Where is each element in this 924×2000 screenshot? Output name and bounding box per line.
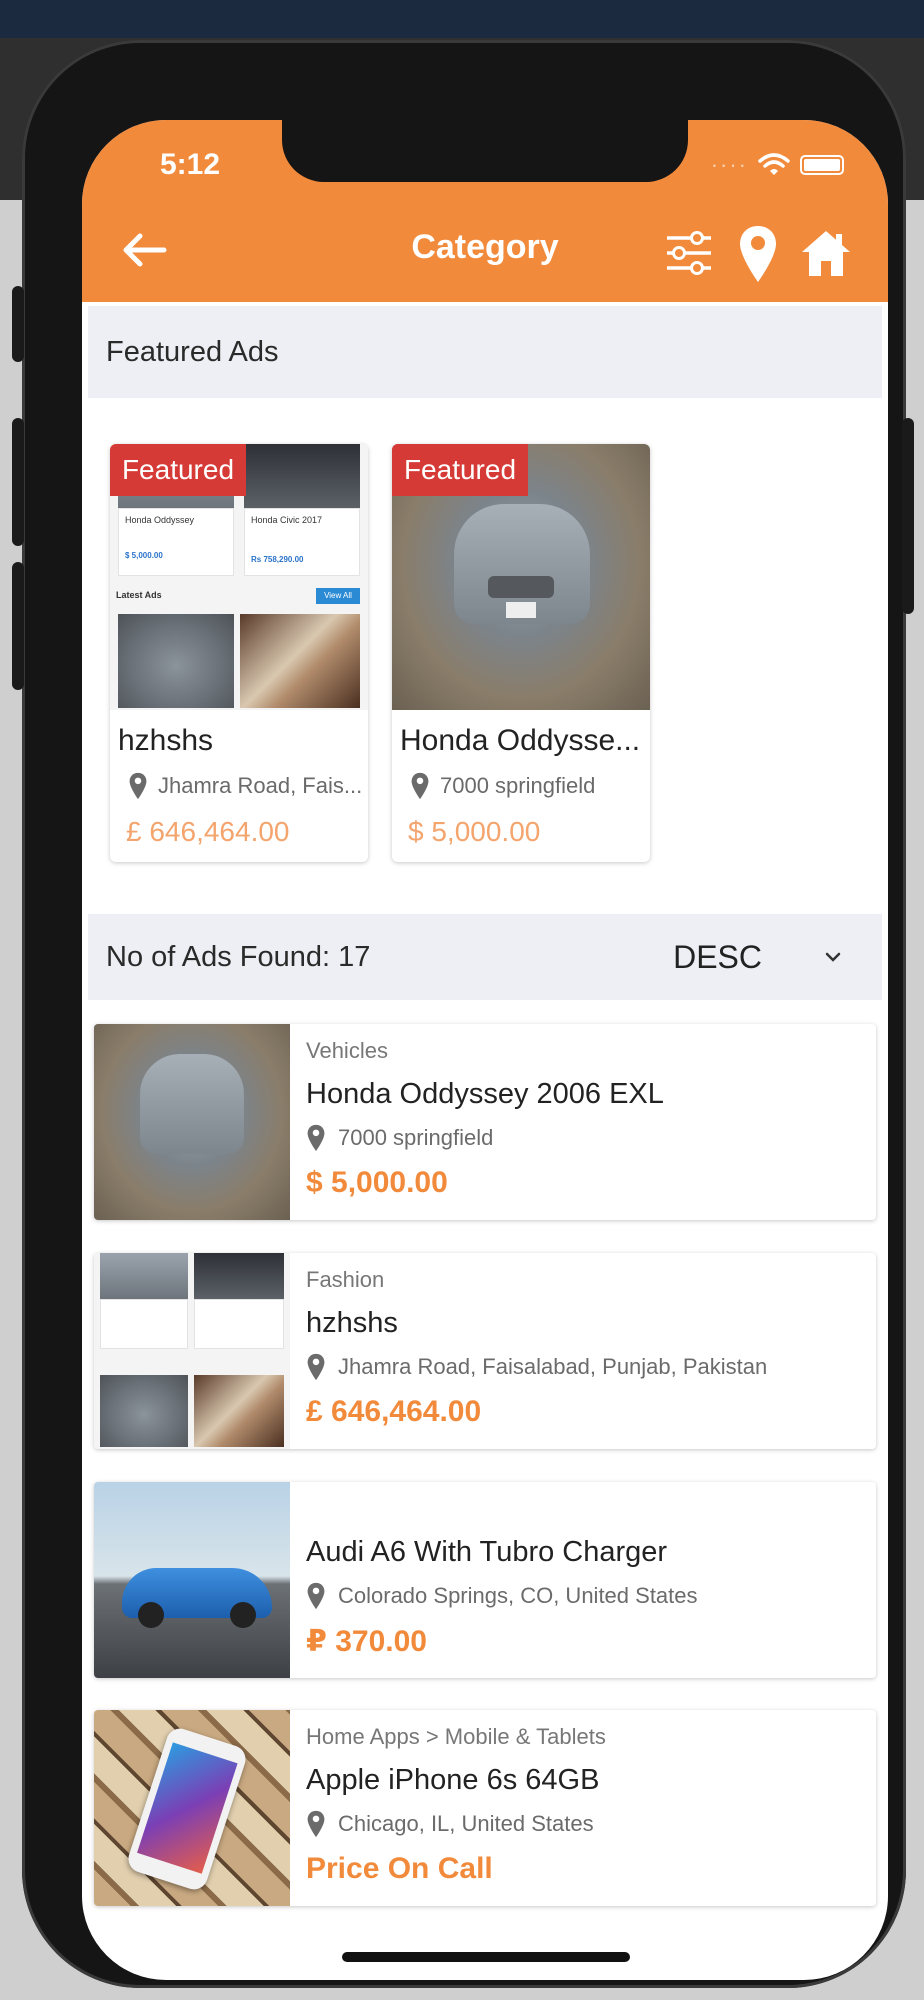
thumb-latest-label: Latest Ads	[116, 590, 162, 600]
listing-thumbnail	[94, 1710, 290, 1906]
featured-card-location-text: Jhamra Road, Fais...	[158, 773, 363, 798]
phone-volume-up	[12, 418, 24, 546]
featured-card[interactable]: Featured Honda Oddysse... 7000 springfie…	[392, 444, 650, 862]
listing-location-text: 7000 springfield	[338, 1125, 494, 1150]
phone-volume-down	[12, 562, 24, 690]
ads-count-label: No of Ads Found: 17	[106, 940, 371, 973]
listing-title: hzhshs	[306, 1307, 398, 1339]
featured-card-location-text: 7000 springfield	[440, 773, 596, 798]
listing-item[interactable]: Audi A6 With Tubro Charger Colorado Spri…	[94, 1482, 876, 1678]
home-icon	[802, 231, 850, 276]
listing-location-text: Jhamra Road, Faisalabad, Punjab, Pakista…	[338, 1354, 768, 1379]
thumb-ad-box	[100, 1299, 188, 1349]
featured-card-price: £ 646,464.00	[126, 816, 290, 847]
filter-button[interactable]	[664, 230, 714, 276]
listing-category: Vehicles	[306, 1038, 388, 1063]
location-pin-icon	[307, 1810, 325, 1838]
featured-card-title: hzhshs	[118, 724, 214, 757]
filter-sliders-icon	[667, 231, 711, 275]
wifi-icon	[758, 153, 790, 175]
sort-dropdown-value[interactable]: DESC	[673, 939, 762, 976]
listing-item[interactable]: Home Apps > Mobile & Tablets Apple iPhon…	[94, 1710, 876, 1906]
listing-price: ₽ 370.00	[306, 1625, 427, 1658]
listing-category: Home Apps > Mobile & Tablets	[306, 1724, 606, 1749]
phone-power-button	[902, 418, 914, 614]
listing-title: Audi A6 With Tubro Charger	[306, 1536, 668, 1568]
featured-card-location: Jhamra Road, Fais...	[128, 772, 364, 800]
thumb-ad-title: Honda Oddyssey	[125, 515, 195, 525]
listing-price: $ 5,000.00	[306, 1166, 448, 1199]
listing-category: Fashion	[306, 1267, 385, 1292]
location-pin-icon	[411, 772, 429, 800]
listing-location: Jhamra Road, Faisalabad, Punjab, Pakista…	[306, 1353, 767, 1381]
thumb-view-all: View All	[316, 588, 360, 604]
location-pin-icon	[740, 226, 776, 282]
results-sort-bar: No of Ads Found: 17 DESC	[88, 914, 882, 1000]
featured-card-price: $ 5,000.00	[408, 816, 541, 847]
thumb-ad-box	[194, 1299, 284, 1349]
featured-card[interactable]: Honda Oddyssey $ 5,000.00 Honda Civic 20…	[110, 444, 368, 862]
desktop-top-bar	[0, 0, 924, 38]
phone-mute-switch	[12, 286, 24, 362]
featured-badge: Featured	[392, 444, 528, 496]
thumb-car-photo	[194, 1253, 284, 1299]
car-wheel	[230, 1602, 256, 1628]
thumb-phone-photo	[194, 1375, 284, 1447]
phone-frame: 5:12 ···· Category Featured Ads Honda Od…	[12, 40, 914, 1988]
thumb-phone-photo	[240, 614, 360, 708]
listing-price: £ 646,464.00	[306, 1395, 482, 1428]
featured-card-title: Honda Oddysse...	[400, 724, 641, 757]
listing-location-text: Colorado Springs, CO, United States	[338, 1583, 698, 1608]
listing-location: Colorado Springs, CO, United States	[306, 1582, 698, 1610]
car-body	[140, 1054, 244, 1154]
location-button[interactable]	[738, 224, 778, 284]
listing-title: Apple iPhone 6s 64GB	[306, 1764, 600, 1796]
featured-badge: Featured	[110, 444, 246, 496]
thumb-ad-price: Rs 758,290.00	[251, 555, 304, 564]
thumb-car-photo	[244, 444, 360, 508]
thumb-car-photo	[100, 1253, 188, 1299]
featured-card-location: 7000 springfield	[410, 772, 646, 800]
listing-thumbnail	[94, 1024, 290, 1220]
listing-price: Price On Call	[306, 1852, 493, 1885]
listing-location: Chicago, IL, United States	[306, 1810, 594, 1838]
listing-thumbnail	[94, 1482, 290, 1678]
home-button[interactable]	[800, 228, 852, 278]
location-pin-icon	[307, 1124, 325, 1152]
status-icons: ····	[711, 152, 844, 178]
chevron-down-icon[interactable]	[822, 946, 844, 968]
phone-device	[124, 1725, 250, 1893]
app-header: 5:12 ···· Category	[82, 120, 888, 302]
location-pin-icon	[307, 1582, 325, 1610]
status-time: 5:12	[160, 148, 221, 181]
thumb-car-photo	[118, 614, 234, 708]
featured-section-title: Featured Ads	[106, 335, 279, 368]
location-pin-icon	[307, 1353, 325, 1381]
listing-item[interactable]: Fashion hzhshs Jhamra Road, Faisalabad, …	[94, 1253, 876, 1449]
thumb-ad-title: Honda Civic 2017	[251, 515, 323, 525]
car-plate	[506, 602, 536, 618]
location-pin-icon	[129, 772, 147, 800]
phone-device-screen	[137, 1742, 238, 1874]
listing-item[interactable]: Vehicles Honda Oddyssey 2006 EXL 7000 sp…	[94, 1024, 876, 1220]
thumb-ad-price: $ 5,000.00	[125, 551, 163, 560]
thumb-car-photo	[100, 1375, 188, 1447]
car-grille	[488, 576, 554, 598]
listing-thumbnail	[94, 1253, 290, 1449]
listing-title: Honda Oddyssey 2006 EXL	[306, 1078, 664, 1110]
car-wheel	[138, 1602, 164, 1628]
home-indicator[interactable]	[342, 1952, 630, 1962]
featured-section-header: Featured Ads	[88, 306, 882, 398]
listing-location: 7000 springfield	[306, 1124, 493, 1152]
signal-icon: ····	[710, 152, 748, 177]
thumb-ad-box: Honda Oddyssey $ 5,000.00	[118, 508, 234, 576]
thumb-ad-box: Honda Civic 2017 Rs 758,290.00	[244, 508, 360, 576]
battery-icon	[800, 155, 844, 175]
phone-notch	[282, 120, 688, 182]
app-screen: 5:12 ···· Category Featured Ads Honda Od…	[82, 120, 888, 1980]
listing-location-text: Chicago, IL, United States	[338, 1811, 594, 1836]
